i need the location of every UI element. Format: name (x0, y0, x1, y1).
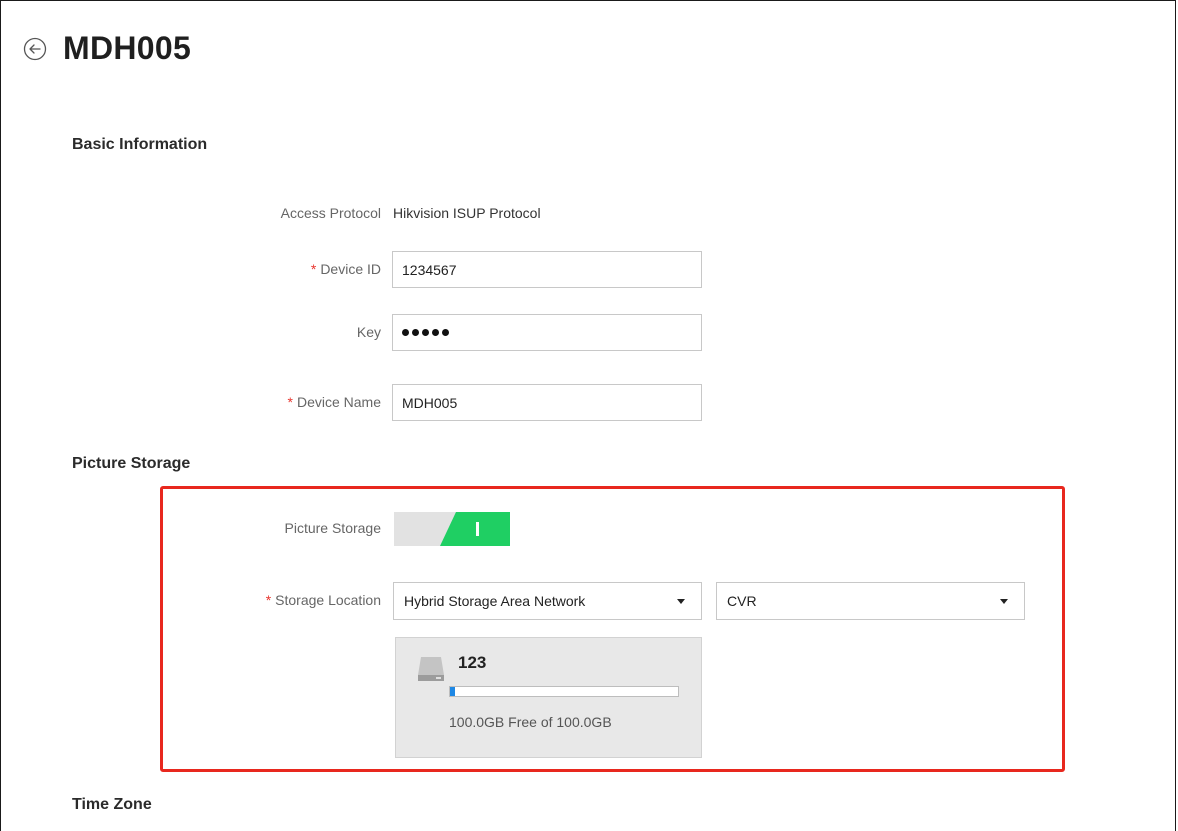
password-dot (442, 329, 449, 336)
access-protocol-value: Hikvision ISUP Protocol (393, 205, 541, 221)
device-id-label: * Device ID (311, 261, 381, 277)
storage-card-name: 123 (458, 653, 487, 672)
access-protocol-label: Access Protocol (280, 205, 381, 221)
password-dot (422, 329, 429, 336)
picture-storage-toggle-label: Picture Storage (284, 520, 382, 536)
section-title-basic-information: Basic Information (72, 136, 208, 153)
storage-location-label-text: Storage Location (275, 592, 381, 608)
section-title-time-zone: Time Zone (72, 796, 152, 813)
device-id-label-text: Device ID (320, 261, 381, 277)
storage-capacity-text: 100.0GB Free of 100.0GB (449, 714, 612, 730)
storage-location-label: * Storage Location (266, 592, 381, 608)
chevron-down-icon (1000, 599, 1008, 604)
picture-storage-toggle[interactable] (394, 512, 510, 546)
toggle-on-indicator (440, 512, 510, 546)
required-mark: * (310, 261, 317, 277)
key-password-input[interactable] (392, 314, 702, 351)
device-name-input[interactable] (392, 384, 702, 421)
chevron-down-icon (677, 599, 685, 604)
section-title-picture-storage: Picture Storage (72, 455, 191, 472)
storage-server-selected-value: CVR (727, 593, 757, 609)
required-mark: * (287, 394, 293, 410)
device-id-input[interactable] (392, 251, 702, 288)
device-name-label-text: Device Name (296, 394, 381, 410)
device-name-label: * Device Name (288, 394, 381, 410)
page-title: MDH005 (63, 30, 192, 66)
storage-server-select[interactable]: CVR (716, 582, 1025, 620)
storage-type-selected-value: Hybrid Storage Area Network (404, 593, 586, 609)
password-dot (402, 329, 409, 336)
required-mark: * (265, 592, 272, 608)
storage-card[interactable]: 123 100.0GB Free of 100.0GB (395, 637, 702, 758)
key-label: Key (356, 324, 381, 340)
password-dot (432, 329, 439, 336)
back-icon[interactable] (23, 37, 47, 61)
password-dot (412, 329, 419, 336)
toggle-knob (476, 522, 479, 536)
hard-disk-icon (418, 657, 444, 681)
storage-type-select[interactable]: Hybrid Storage Area Network (393, 582, 702, 620)
storage-progress-bar (449, 686, 679, 697)
storage-progress-fill (450, 687, 455, 696)
